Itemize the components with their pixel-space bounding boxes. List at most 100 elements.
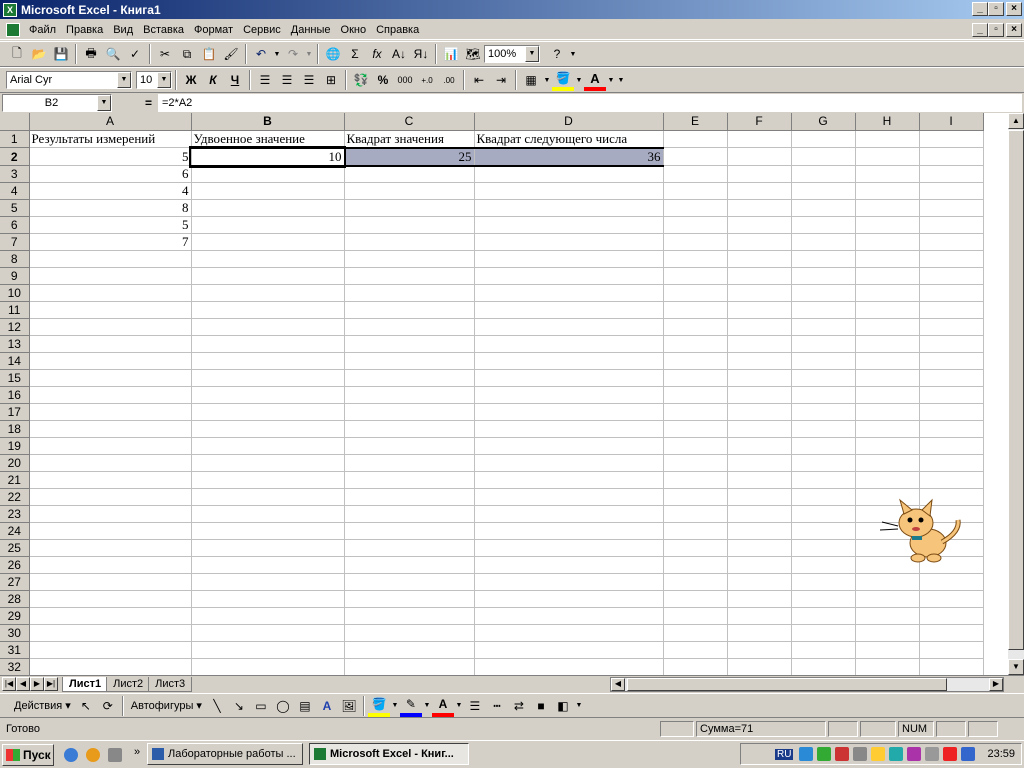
cell-b15[interactable] [191,369,345,387]
cell-a17[interactable] [29,403,192,421]
cell-f20[interactable] [727,454,792,472]
free-rotate-icon[interactable]: ⟳ [97,695,119,717]
borders-dropdown-icon[interactable]: ▼ [542,69,552,91]
cell-b25[interactable] [191,539,345,557]
cell-g22[interactable] [791,488,856,506]
format-painter-icon[interactable]: 🖌 [220,43,242,65]
cell-d11[interactable] [474,301,664,319]
cell-g13[interactable] [791,335,856,353]
cell-c24[interactable] [344,522,475,540]
cell-f15[interactable] [727,369,792,387]
cell-b12[interactable] [191,318,345,336]
cell-h6[interactable] [855,216,920,234]
fill-dropdown-icon[interactable]: ▼ [390,695,400,717]
row-header[interactable]: 29 [0,607,30,625]
cell-g32[interactable] [791,658,856,675]
cell-d20[interactable] [474,454,664,472]
cell-g3[interactable] [791,165,856,183]
menu-window[interactable]: Окно [336,24,372,36]
doc-close-button[interactable]: × [1006,23,1022,37]
line-icon[interactable]: ╲ [206,695,228,717]
cell-i21[interactable] [919,471,984,489]
tray-app-icon[interactable] [871,747,886,761]
scroll-up-icon[interactable]: ▲ [1008,113,1024,129]
cell-i7[interactable] [919,233,984,251]
prev-sheet-icon[interactable]: ◀ [16,677,30,691]
cell-i20[interactable] [919,454,984,472]
cell-h2[interactable] [855,147,920,166]
cell-e8[interactable] [663,250,728,268]
cell-f31[interactable] [727,641,792,659]
undo-dropdown-icon[interactable]: ▼ [272,43,282,65]
cell-e7[interactable] [663,233,728,251]
cell-f21[interactable] [727,471,792,489]
media-player-icon[interactable] [86,748,100,762]
cell-c26[interactable] [344,556,475,574]
cell-a7[interactable]: 7 [29,233,192,251]
cell-e1[interactable] [663,130,728,148]
cell-i19[interactable] [919,437,984,455]
cell-c11[interactable] [344,301,475,319]
quicklaunch-more-icon[interactable]: » [134,746,140,758]
cell-d3[interactable] [474,165,664,183]
cell-b20[interactable] [191,454,345,472]
column-header-d[interactable]: D [474,113,664,131]
cell-h1[interactable] [855,130,920,148]
cell-f1[interactable] [727,130,792,148]
toolbar-options-icon[interactable]: ▼ [568,43,578,65]
align-right-icon[interactable]: ☰ [298,69,320,91]
cell-f6[interactable] [727,216,792,234]
cell-e20[interactable] [663,454,728,472]
row-header[interactable]: 11 [0,301,30,319]
cell-e11[interactable] [663,301,728,319]
spelling-icon[interactable]: ✓ [124,43,146,65]
chevron-down-icon[interactable]: ▼ [117,72,131,88]
vertical-scrollbar[interactable]: ▲ ▼ [1008,113,1024,675]
column-header-h[interactable]: H [855,113,920,131]
cell-f32[interactable] [727,658,792,675]
cell-g6[interactable] [791,216,856,234]
cell-i29[interactable] [919,607,984,625]
row-header[interactable]: 12 [0,318,30,336]
cell-g8[interactable] [791,250,856,268]
cell-e16[interactable] [663,386,728,404]
cell-f3[interactable] [727,165,792,183]
cell-i8[interactable] [919,250,984,268]
cell-a5[interactable]: 8 [29,199,192,217]
decrease-indent-icon[interactable]: ⇤ [468,69,490,91]
menu-file[interactable]: Файл [24,24,61,36]
cell-c27[interactable] [344,573,475,591]
cell-e29[interactable] [663,607,728,625]
last-sheet-icon[interactable]: ▶| [44,677,58,691]
menu-view[interactable]: Вид [108,24,138,36]
cell-i31[interactable] [919,641,984,659]
font-color-icon[interactable]: A [584,69,606,91]
cell-f19[interactable] [727,437,792,455]
cell-g17[interactable] [791,403,856,421]
font-color-dropdown-icon[interactable]: ▼ [606,69,616,91]
column-header-g[interactable]: G [791,113,856,131]
row-header[interactable]: 10 [0,284,30,302]
cell-e31[interactable] [663,641,728,659]
row-header[interactable]: 15 [0,369,30,387]
print-icon[interactable]: 🖶 [80,43,102,65]
cell-a3[interactable]: 6 [29,165,192,183]
cell-f29[interactable] [727,607,792,625]
cell-c20[interactable] [344,454,475,472]
copy-icon[interactable]: ⧉ [176,43,198,65]
cell-a6[interactable]: 5 [29,216,192,234]
cell-c8[interactable] [344,250,475,268]
sheet-tab-2[interactable]: Лист2 [106,676,151,692]
cell-b8[interactable] [191,250,345,268]
cell-d22[interactable] [474,488,664,506]
cell-d14[interactable] [474,352,664,370]
cell-a10[interactable] [29,284,192,302]
cell-f8[interactable] [727,250,792,268]
cell-d29[interactable] [474,607,664,625]
cell-g16[interactable] [791,386,856,404]
cell-b32[interactable] [191,658,345,675]
cell-d32[interactable] [474,658,664,675]
cell-f10[interactable] [727,284,792,302]
cell-f7[interactable] [727,233,792,251]
cell-h16[interactable] [855,386,920,404]
